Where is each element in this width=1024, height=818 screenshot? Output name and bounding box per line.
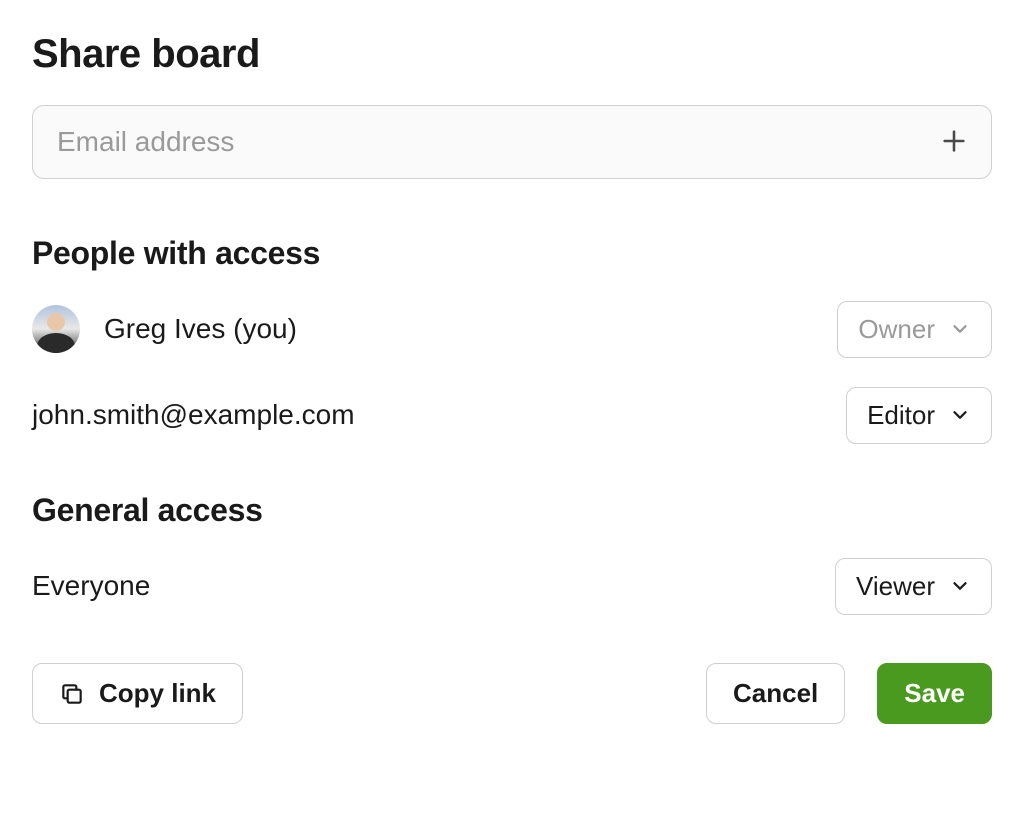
general-access-label: Everyone xyxy=(32,570,150,602)
copy-link-label: Copy link xyxy=(99,678,216,709)
role-label: Owner xyxy=(858,314,935,345)
email-input[interactable] xyxy=(32,105,992,179)
people-section-title: People with access xyxy=(32,235,992,272)
person-row: Greg Ives (you) Owner xyxy=(32,300,992,358)
person-row: john.smith@example.com Editor xyxy=(32,386,992,444)
person-info: john.smith@example.com xyxy=(32,399,355,431)
save-label: Save xyxy=(904,678,965,709)
cancel-button[interactable]: Cancel xyxy=(706,663,845,724)
copy-icon xyxy=(59,681,85,707)
person-info: Greg Ives (you) xyxy=(32,305,297,353)
role-label: Editor xyxy=(867,400,935,431)
general-access-row: Everyone Viewer xyxy=(32,557,992,615)
cancel-label: Cancel xyxy=(733,678,818,709)
chevron-down-icon xyxy=(949,404,971,426)
chevron-down-icon xyxy=(949,575,971,597)
role-select-owner: Owner xyxy=(837,301,992,358)
chevron-down-icon xyxy=(949,318,971,340)
add-person-button[interactable] xyxy=(936,124,972,160)
person-name: Greg Ives (you) xyxy=(104,313,297,345)
save-button[interactable]: Save xyxy=(877,663,992,724)
dialog-title: Share board xyxy=(32,32,992,77)
person-email: john.smith@example.com xyxy=(32,399,355,431)
email-input-wrapper xyxy=(32,105,992,179)
role-label: Viewer xyxy=(856,571,935,602)
role-select-editor[interactable]: Editor xyxy=(846,387,992,444)
copy-link-button[interactable]: Copy link xyxy=(32,663,243,724)
role-select-viewer[interactable]: Viewer xyxy=(835,558,992,615)
avatar xyxy=(32,305,80,353)
dialog-footer: Copy link Cancel Save xyxy=(32,663,992,724)
plus-icon xyxy=(940,127,968,158)
general-section-title: General access xyxy=(32,492,992,529)
